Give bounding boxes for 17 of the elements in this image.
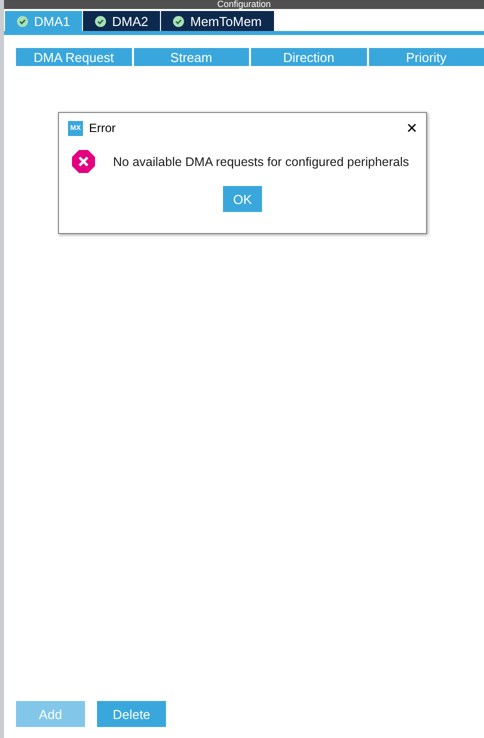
tab[interactable]: MemToMem (161, 11, 274, 31)
close-button[interactable]: ✕ (406, 120, 418, 136)
error-message: No available DMA requests for configured peripherals (113, 154, 409, 168)
column-header[interactable]: DMA Request (16, 48, 132, 66)
dialog-title: Error (89, 121, 117, 135)
check-icon (173, 16, 184, 26)
column-header[interactable]: Priority (368, 48, 484, 66)
delete-button[interactable]: Delete (97, 701, 166, 727)
header-title: Configuration (217, 0, 271, 9)
check-icon (17, 16, 28, 26)
column-header[interactable]: Direction (251, 48, 366, 66)
ok-button[interactable]: OK (223, 186, 262, 212)
check-icon (95, 16, 106, 26)
tab[interactable]: DMA2 (83, 11, 160, 31)
column-header[interactable]: Stream (134, 48, 249, 66)
error-icon (72, 150, 95, 173)
tab[interactable]: DMA1 (5, 11, 82, 31)
